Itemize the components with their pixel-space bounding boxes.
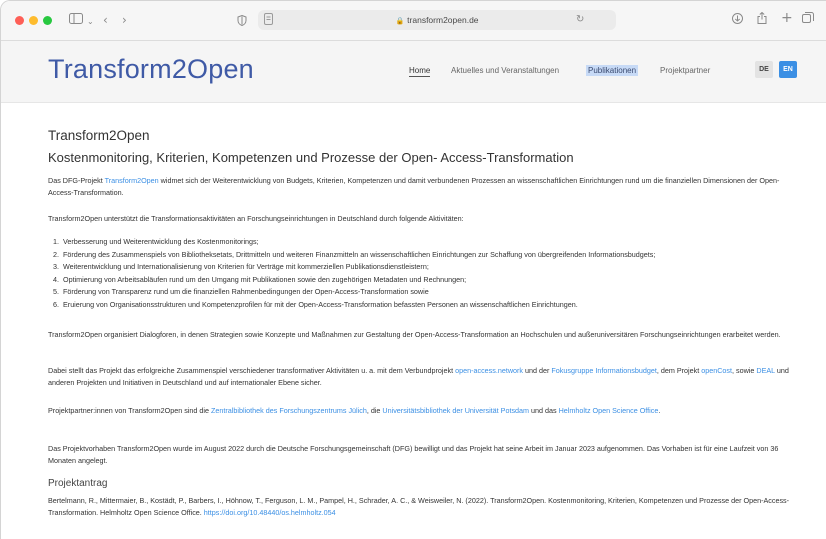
language-de-button[interactable]: DE <box>755 61 773 78</box>
share-icon[interactable] <box>757 11 767 28</box>
nav-projektpartner[interactable]: Projektpartner <box>660 66 710 75</box>
download-icon[interactable] <box>732 12 743 28</box>
list-item: 2. Förderung des Zusammenspiels von Bibli… <box>53 249 656 259</box>
back-icon[interactable]: ‹ <box>103 12 108 28</box>
open-access-network-link[interactable]: open-access.network <box>455 366 523 375</box>
potsdam-link[interactable]: Universitätsbibliothek der Universität P… <box>382 406 529 415</box>
list-item: 5. Förderung von Transparenz rund um die … <box>53 287 429 296</box>
proposal-heading: Projektantrag <box>48 478 108 489</box>
page-subtitle: Kostenmonitoring, Kriterien, Kompetenzen… <box>48 150 574 165</box>
tab-overview-icon[interactable] <box>802 12 814 28</box>
activities-list: 1. Verbesserung und Weiterentwicklung des… <box>48 236 793 311</box>
page-title: Transform2Open <box>48 128 150 143</box>
zoom-window-button[interactable] <box>43 16 52 25</box>
juelich-link[interactable]: Zentralbibliothek des Forschungszentrums… <box>211 406 367 415</box>
fokusgruppe-link[interactable]: Fokusgruppe Informationsbudget <box>551 366 656 375</box>
address-bar[interactable]: 🔒 transform2open.de ↻ <box>258 10 616 30</box>
deal-link[interactable]: DEAL <box>756 366 775 375</box>
nav-publikationen[interactable]: Publikationen <box>586 65 639 76</box>
support-paragraph: Transform2Open unterstützt die Transform… <box>48 214 464 223</box>
opencost-link[interactable]: openCost <box>701 366 732 375</box>
chevron-down-icon[interactable]: ⌄ <box>87 14 94 30</box>
reload-icon[interactable]: ↻ <box>576 12 584 28</box>
nav-aktuelles[interactable]: Aktuelles und Veranstaltungen <box>451 66 559 75</box>
list-item: 1. Verbesserung und Weiterentwicklung des… <box>53 237 259 246</box>
language-en-button[interactable]: EN <box>779 61 797 78</box>
browser-window: ⌄ ‹ › 🔒 transform2open.de ↻ + Transform2O… <box>0 0 826 539</box>
citation-paragraph: Bertelmann, R., Mittermaier, B., Kostädt… <box>48 496 790 517</box>
list-item: 4. Optimierung von Arbeitsabläufen rund u… <box>53 274 467 284</box>
partners-paragraph: Projektpartner:innen von Transform2Open … <box>48 406 661 415</box>
new-tab-icon[interactable]: + <box>781 10 793 26</box>
close-window-button[interactable] <box>15 16 24 25</box>
transform2open-link[interactable]: Transform2Open <box>105 176 159 185</box>
address-bar-url: 🔒 transform2open.de <box>395 15 479 25</box>
list-item: 6. Eruierung von Organisationsstrukturen … <box>53 299 578 309</box>
site-header: Transform2Open Home Aktuelles und Verans… <box>1 41 826 103</box>
forward-icon[interactable]: › <box>122 12 127 28</box>
shield-icon[interactable] <box>237 14 247 30</box>
intro-paragraph: Das DFG-Projekt Transform2Open widmet si… <box>48 176 780 197</box>
nav-home[interactable]: Home <box>409 66 431 77</box>
minimize-window-button[interactable] <box>29 16 38 25</box>
doi-link[interactable]: https://doi.org/10.48440/os.helmholtz.05… <box>204 508 336 517</box>
site-logo[interactable]: Transform2Open <box>48 54 254 85</box>
sidebar-toggle-icon[interactable] <box>69 12 83 28</box>
browser-toolbar: ⌄ ‹ › 🔒 transform2open.de ↻ + <box>1 1 826 41</box>
interplay-paragraph: Dabei stellt das Projekt das erfolgreich… <box>48 366 789 387</box>
list-item: 3. Weiterentwicklung und Internationalisi… <box>53 262 429 271</box>
helmholtz-link[interactable]: Helmholtz Open Science Office <box>559 406 659 415</box>
dialog-paragraph: Transform2Open organisiert Dialogforen, … <box>48 330 781 339</box>
lock-icon: 🔒 <box>395 17 405 25</box>
funding-paragraph: Das Projektvorhaben Transform2Open wurde… <box>48 444 779 465</box>
